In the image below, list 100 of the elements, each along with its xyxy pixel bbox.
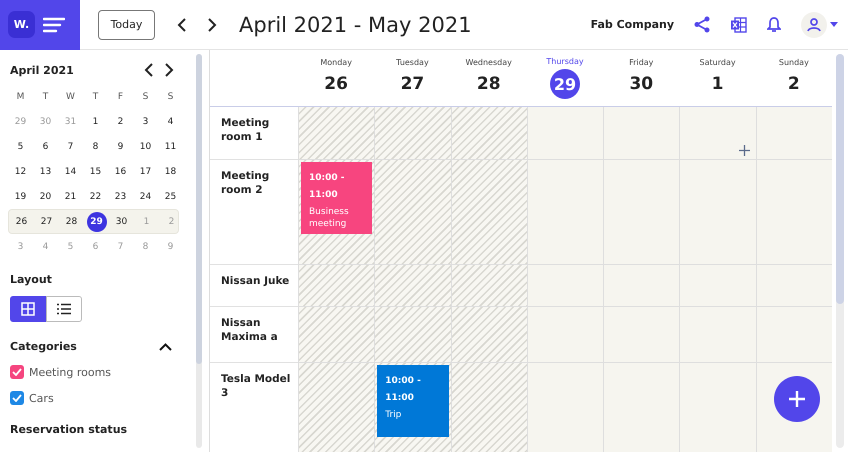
calendar-day[interactable]: 9 [110, 136, 130, 156]
calendar-day[interactable]: 8 [86, 136, 106, 156]
past-day-cell[interactable] [298, 307, 374, 363]
weekday-label: W [66, 92, 75, 102]
next-icon[interactable] [207, 18, 217, 32]
weekday-label: Monday [320, 58, 352, 67]
calendar-day[interactable]: 13 [36, 162, 56, 182]
calendar-day[interactable]: 2 [110, 112, 130, 132]
calendar-day[interactable]: 23 [110, 186, 130, 206]
day-number[interactable]: 26 [324, 70, 348, 98]
calendar-day[interactable]: 5 [10, 136, 30, 156]
day-number[interactable]: 27 [400, 70, 424, 98]
past-day-cell[interactable] [374, 160, 451, 265]
scrollbar[interactable] [196, 54, 202, 448]
weekday-label: Friday [629, 58, 654, 67]
day-cell[interactable] [756, 160, 832, 265]
day-cell[interactable] [756, 107, 832, 160]
calendar-day[interactable]: 25 [160, 186, 180, 206]
past-day-cell[interactable] [450, 160, 527, 265]
checkbox[interactable] [10, 365, 24, 379]
calendar-day[interactable]: 21 [60, 186, 80, 206]
day-cell[interactable] [756, 307, 832, 363]
calendar-day[interactable]: 11 [160, 136, 180, 156]
today-button[interactable]: Today [98, 10, 155, 40]
scrollbar[interactable] [836, 54, 844, 448]
calendar-day[interactable]: 10 [136, 136, 156, 156]
company-name[interactable]: Fab Company [590, 18, 674, 31]
past-day-cell[interactable] [298, 363, 374, 452]
chevron-up-icon[interactable] [159, 342, 172, 350]
day-cell[interactable] [603, 265, 680, 307]
previous-month-icon[interactable] [144, 63, 154, 77]
day-cell[interactable] [603, 160, 680, 265]
day-cell[interactable] [526, 107, 604, 160]
calendar-day[interactable]: 27 [36, 212, 56, 232]
bell-icon[interactable] [767, 16, 781, 33]
day-number[interactable]: 30 [629, 70, 654, 98]
calendar-day[interactable]: 17 [136, 162, 156, 182]
past-day-cell[interactable] [450, 265, 527, 307]
avatar-icon[interactable] [801, 12, 827, 38]
spreadsheet-icon[interactable] [730, 16, 747, 32]
past-day-cell[interactable] [374, 265, 451, 307]
day-cell[interactable] [679, 107, 756, 160]
calendar-day[interactable]: 24 [136, 186, 156, 206]
calendar-day[interactable]: 18 [160, 162, 180, 182]
past-day-cell[interactable] [450, 307, 527, 363]
grid-view-button[interactable] [10, 296, 46, 322]
weekday-label: Thursday [546, 57, 584, 66]
weekday-label: F [118, 92, 124, 102]
day-cell[interactable] [679, 363, 756, 452]
weekday-label: S [168, 92, 174, 102]
calendar-day[interactable]: 29 [86, 212, 106, 232]
calendar-day[interactable]: 16 [110, 162, 130, 182]
day-cell[interactable] [679, 160, 756, 265]
weekday-label: M [16, 92, 24, 102]
calendar-day[interactable]: 7 [60, 136, 80, 156]
list-view-button[interactable] [46, 296, 82, 322]
calendar-day[interactable]: 22 [86, 186, 106, 206]
calendar-day[interactable]: 6 [36, 136, 56, 156]
calendar-day[interactable]: 15 [86, 162, 106, 182]
calendar-day[interactable]: 26 [12, 212, 32, 232]
checkbox[interactable] [10, 391, 24, 405]
calendar-day[interactable]: 1 [86, 112, 106, 132]
calendar-day[interactable]: 3 [136, 112, 156, 132]
day-cell[interactable] [679, 265, 756, 307]
calendar-day[interactable]: 19 [10, 186, 30, 206]
menu-icon[interactable] [43, 16, 65, 32]
day-cell[interactable] [679, 307, 756, 363]
logo[interactable]: W. [8, 11, 35, 38]
calendar-day[interactable]: 12 [10, 162, 30, 182]
day-number[interactable]: 2 [788, 70, 800, 98]
calendar-day[interactable]: 4 [160, 112, 180, 132]
day-cell[interactable] [603, 107, 680, 160]
caret-icon[interactable] [830, 22, 838, 27]
calendar-day[interactable]: 28 [62, 212, 82, 232]
event-title: Trip [385, 409, 402, 422]
day-number[interactable]: 28 [476, 70, 501, 98]
day-cell[interactable] [526, 160, 604, 265]
share-icon[interactable] [694, 16, 710, 33]
day-cell[interactable] [603, 363, 680, 452]
past-day-cell[interactable] [374, 107, 451, 160]
past-day-cell[interactable] [298, 107, 374, 160]
day-cell[interactable] [526, 265, 604, 307]
day-cell[interactable] [603, 307, 680, 363]
event-card[interactable]: 10:00 - 11:00 Trip [377, 365, 449, 437]
day-number[interactable]: 1 [712, 70, 724, 98]
past-day-cell[interactable] [298, 265, 374, 307]
calendar-day[interactable]: 14 [60, 162, 80, 182]
past-day-cell[interactable] [450, 107, 527, 160]
past-day-cell[interactable] [450, 363, 527, 452]
plus-icon[interactable] [738, 145, 750, 156]
day-cell[interactable] [526, 307, 604, 363]
day-number[interactable]: 29 [550, 69, 580, 99]
day-cell[interactable] [756, 265, 832, 307]
previous-icon[interactable] [177, 18, 187, 32]
next-month-icon[interactable] [164, 63, 174, 77]
calendar-day[interactable]: 20 [36, 186, 56, 206]
past-day-cell[interactable] [374, 307, 451, 363]
calendar-day[interactable]: 30 [112, 212, 132, 232]
day-cell[interactable] [526, 363, 604, 452]
past-day-cell[interactable]: 10:00 - 11:00 Trip [374, 363, 451, 452]
